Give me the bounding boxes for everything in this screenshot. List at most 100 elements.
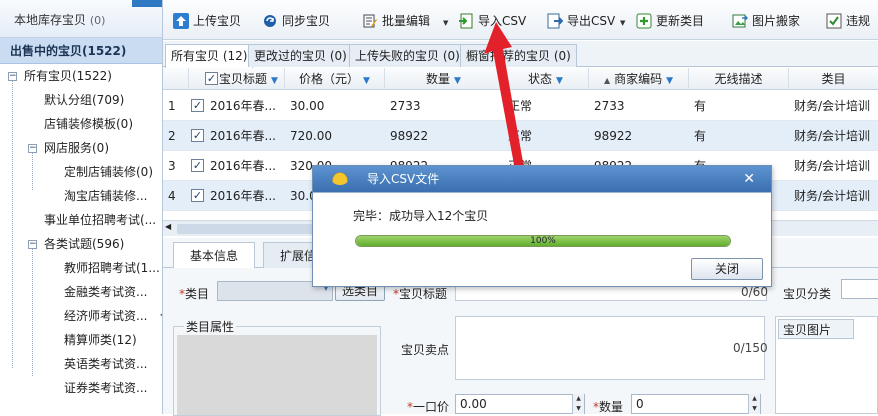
dialog-body: 完毕：成功导入12个宝贝 100% 关闭 bbox=[313, 192, 771, 286]
category-cell: 财务/会计培训 bbox=[794, 129, 871, 143]
item-pictures-tab[interactable]: 宝贝图片 bbox=[778, 319, 854, 339]
tree-item-label: 各类试题(596) bbox=[44, 237, 125, 251]
row-checkbox[interactable]: ✓ bbox=[191, 99, 204, 112]
title-cell: 2016年春... bbox=[210, 189, 276, 203]
sync-icon bbox=[262, 13, 278, 29]
title-cell: 2016年春... bbox=[210, 99, 276, 113]
category-attributes-label: 类目属性 bbox=[184, 318, 237, 335]
category-column-header[interactable]: 类目 bbox=[789, 68, 878, 90]
category-column-label: 类目 bbox=[821, 72, 846, 86]
title-cell: 2016年春... bbox=[210, 129, 276, 143]
tree-item[interactable]: − 所有宝贝(1522) bbox=[0, 64, 162, 88]
tab-changed-items[interactable]: 更改过的宝贝 (0) bbox=[248, 44, 353, 67]
tree-item[interactable]: 教师招聘考试(1... bbox=[0, 256, 162, 280]
tree-item[interactable]: 默认分组(709) bbox=[0, 88, 162, 112]
sidebar: 本地库存宝贝 (0) 出售中的宝贝(1522) − 所有宝贝(1522) 默认分组(… bbox=[0, 0, 163, 414]
upload-button[interactable]: 上传宝贝 bbox=[171, 10, 241, 32]
dialog-title-bar[interactable]: 导入CSV文件 ✕ bbox=[313, 166, 771, 192]
tab-basic-info-label: 基本信息 bbox=[190, 249, 239, 263]
image-move-icon bbox=[732, 13, 749, 29]
batch-edit-dropdown-icon[interactable]: ▼ bbox=[443, 19, 448, 27]
tree-item[interactable]: 店铺装修模板(0) bbox=[0, 112, 162, 136]
collapse-toggle-icon[interactable]: − bbox=[8, 72, 17, 81]
export-csv-dropdown-icon[interactable]: ▼ bbox=[620, 19, 625, 27]
wireless-column-header[interactable]: 无线描述 bbox=[689, 68, 789, 90]
on-sale-items-header[interactable]: 出售中的宝贝(1522) bbox=[0, 38, 162, 64]
quantity-column-label: 数量 bbox=[426, 72, 451, 86]
price-cell: 720.00 bbox=[290, 129, 332, 143]
tab-failed-items-label: 上传失败的宝贝 (0) bbox=[355, 49, 460, 63]
title-filter-icon[interactable]: ▼ bbox=[271, 76, 278, 86]
price-filter-icon[interactable]: ▼ bbox=[363, 76, 370, 86]
tree-item-label: 所有宝贝(1522) bbox=[24, 69, 112, 83]
quantity-filter-icon[interactable]: ▼ bbox=[454, 76, 461, 86]
local-inventory-item[interactable]: 本地库存宝贝 (0) bbox=[0, 0, 162, 38]
batch-edit-label: 批量编辑 bbox=[382, 14, 431, 28]
item-title-counter: 0/60 bbox=[741, 285, 768, 299]
sort-ascending-icon: ▲ bbox=[603, 76, 611, 85]
scroll-left-icon[interactable]: ◀ bbox=[165, 222, 171, 231]
row-checkbox[interactable]: ✓ bbox=[191, 189, 204, 202]
row-checkbox[interactable]: ✓ bbox=[191, 159, 204, 172]
local-inventory-label: 本地库存宝贝 bbox=[14, 13, 87, 27]
tree-item[interactable]: 定制店铺装修(0) bbox=[0, 160, 162, 184]
merchant-code-column-header[interactable]: ▲ 商家编码 ▼ bbox=[589, 68, 689, 90]
local-inventory-count: (0) bbox=[89, 14, 106, 27]
merchant-code-cell: 98922 bbox=[594, 129, 633, 143]
merchant-code-filter-icon[interactable]: ▼ bbox=[666, 76, 673, 86]
collapse-toggle-icon[interactable]: − bbox=[28, 240, 37, 249]
sync-button[interactable]: 同步宝贝 bbox=[260, 10, 330, 32]
wireless-cell: 有 bbox=[694, 99, 707, 113]
tab-all-items-label: 所有宝贝 (12) bbox=[171, 49, 248, 63]
on-sale-items-label: 出售中的宝贝(1522) bbox=[10, 44, 127, 58]
tree-item[interactable]: − 网店服务(0) bbox=[0, 136, 162, 160]
tree-item[interactable]: 证券类考试资... bbox=[0, 376, 162, 400]
batch-edit-icon bbox=[362, 13, 378, 29]
update-category-button[interactable]: 更新类目 bbox=[634, 10, 704, 32]
title-column-header[interactable]: ✓ 宝贝标题 ▼ bbox=[189, 68, 285, 90]
category-cell: 财务/会计培训 bbox=[794, 189, 871, 203]
quantity-input[interactable]: 0 ▲ ▼ bbox=[631, 394, 761, 414]
tree-item[interactable]: 英语类考试资... bbox=[0, 352, 162, 376]
price-stepper[interactable]: ▲ ▼ bbox=[572, 394, 584, 414]
import-progress-bar: 100% bbox=[355, 235, 731, 247]
row-checkbox[interactable]: ✓ bbox=[191, 129, 204, 142]
merchant-code-column-label: 商家编码 bbox=[614, 72, 663, 86]
tree-item[interactable]: 事业单位招聘考试(... bbox=[0, 208, 162, 232]
tree-item[interactable]: 经济师考试资... bbox=[0, 304, 162, 328]
tree-item[interactable]: 金融类考试资... bbox=[0, 280, 162, 304]
tab-extended-info-label: 扩展信 bbox=[280, 249, 317, 263]
batch-edit-button[interactable]: 批量编辑 bbox=[360, 10, 430, 32]
collapse-toggle-icon[interactable]: − bbox=[28, 144, 37, 153]
select-all-checkbox[interactable]: ✓ bbox=[205, 72, 218, 85]
item-title-label: *宝贝标题 bbox=[393, 287, 448, 301]
tab-all-items[interactable]: 所有宝贝 (12) bbox=[165, 44, 254, 68]
item-category-group-input[interactable] bbox=[841, 279, 878, 299]
wireless-cell: 有 bbox=[694, 129, 707, 143]
item-pictures-label: 宝贝图片 bbox=[783, 323, 832, 337]
tree-item[interactable]: − 各类试题(596) bbox=[0, 232, 162, 256]
tree-item[interactable]: 淘宝店铺装修... bbox=[0, 184, 162, 208]
tree-item[interactable]: 精算师类(12) bbox=[0, 328, 162, 352]
violation-check-button[interactable]: 违规 bbox=[824, 10, 870, 32]
category-tree: − 所有宝贝(1522) 默认分组(709) 店铺装修模板(0) − 网店服务(0) 定制店… bbox=[0, 64, 162, 400]
tab-failed-items[interactable]: 上传失败的宝贝 (0) bbox=[349, 44, 466, 67]
selling-points-label: 宝贝卖点 bbox=[401, 343, 450, 357]
merchant-code-cell: 2733 bbox=[594, 99, 625, 113]
update-category-label: 更新类目 bbox=[656, 14, 705, 28]
image-move-label: 图片搬家 bbox=[752, 14, 801, 28]
selling-points-textarea[interactable] bbox=[455, 316, 765, 380]
quantity-stepper[interactable]: ▲ ▼ bbox=[748, 394, 760, 414]
row-number-cell: 4 bbox=[168, 189, 176, 203]
sidebar-accent-bar bbox=[132, 0, 162, 7]
tab-basic-info[interactable]: 基本信息 bbox=[173, 242, 256, 268]
violation-label: 违规 bbox=[846, 14, 871, 28]
close-button[interactable]: 关闭 bbox=[691, 258, 763, 280]
category-attributes-area bbox=[177, 335, 377, 415]
image-move-button[interactable]: 图片搬家 bbox=[730, 10, 800, 32]
close-icon[interactable]: ✕ bbox=[743, 166, 755, 192]
price-input[interactable]: 0.00 ▲ ▼ bbox=[455, 394, 585, 414]
tree-item-label: 经济师考试资... bbox=[64, 309, 148, 323]
item-pictures-panel: 宝贝图片 bbox=[775, 316, 878, 414]
price-column-header[interactable]: 价格（元） ▼ bbox=[285, 68, 385, 90]
